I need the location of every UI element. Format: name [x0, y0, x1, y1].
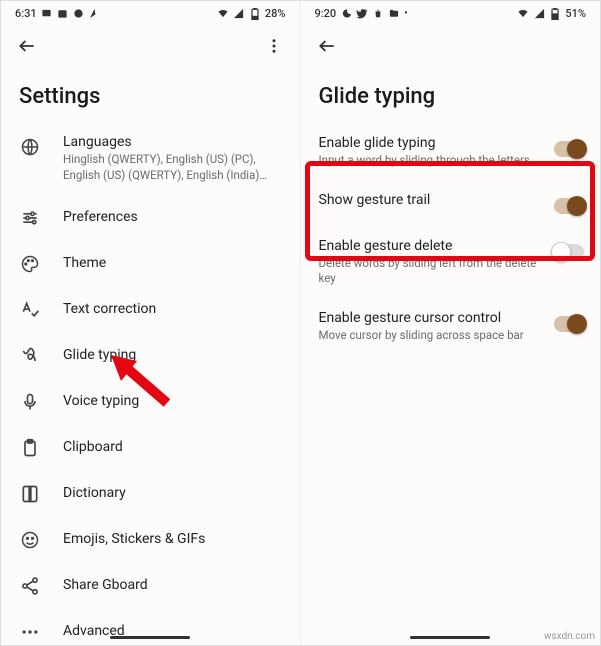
row-theme[interactable]: Theme — [1, 240, 300, 286]
signal-icon — [233, 8, 245, 20]
setting-sub: Delete words by sliding left from the de… — [319, 256, 543, 286]
folder-icon — [388, 8, 400, 20]
dot-icon: • — [404, 8, 408, 19]
book-icon — [19, 483, 41, 505]
row-label: Theme — [63, 255, 282, 271]
page-title: Settings — [1, 66, 300, 123]
globe-icon — [19, 136, 41, 158]
setting-label: Enable gesture cursor control — [319, 310, 543, 326]
toggle-gesture-trail[interactable] — [554, 198, 584, 214]
status-battery: 51% — [565, 7, 586, 20]
row-label: Glide typing — [63, 347, 282, 363]
nav-pill[interactable] — [410, 636, 490, 639]
row-glide-typing[interactable]: Glide typing — [1, 332, 300, 378]
row-label: Languages — [63, 134, 282, 150]
clipboard-icon — [19, 437, 41, 459]
row-advanced[interactable]: Advanced — [1, 608, 300, 645]
row-preferences[interactable]: Preferences — [1, 194, 300, 240]
signal-icon — [533, 8, 545, 20]
row-label: Share Gboard — [63, 577, 282, 593]
palette-icon — [19, 253, 41, 275]
battery-icon — [249, 8, 261, 20]
more-button[interactable] — [262, 34, 286, 58]
share-icon — [19, 575, 41, 597]
setting-label: Show gesture trail — [319, 192, 543, 208]
app-bar — [1, 24, 300, 66]
toggle-cursor-control[interactable] — [554, 316, 584, 332]
status-battery: 28% — [265, 7, 286, 20]
setting-sub: Input a word by sliding through the lett… — [319, 153, 543, 168]
back-button[interactable] — [15, 34, 39, 58]
status-time: 6:31 — [15, 7, 37, 20]
row-label: Dictionary — [63, 485, 282, 501]
row-label: Preferences — [63, 209, 282, 225]
row-dictionary[interactable]: Dictionary — [1, 470, 300, 516]
row-text-correction[interactable]: Text correction — [1, 286, 300, 332]
app-icon — [73, 8, 85, 20]
battery-icon — [549, 8, 561, 20]
row-label: Voice typing — [63, 393, 282, 409]
nav-pill[interactable] — [110, 636, 190, 639]
status-bar: 9:20 • 51% — [301, 1, 601, 24]
setting-cursor-control[interactable]: Enable gesture cursor control Move curso… — [301, 298, 601, 355]
gesture-icon — [19, 345, 41, 367]
row-share[interactable]: Share Gboard — [1, 562, 300, 608]
trash-icon — [372, 8, 384, 20]
tune-icon — [19, 207, 41, 229]
more-horiz-icon — [19, 621, 41, 643]
row-emojis[interactable]: Emojis, Stickers & GIFs — [1, 516, 300, 562]
app-bar — [301, 24, 601, 66]
row-label: Text correction — [63, 301, 282, 317]
back-button[interactable] — [315, 34, 339, 58]
moon-icon — [340, 8, 352, 20]
settings-list: Languages Hinglish (QWERTY), English (US… — [1, 123, 300, 645]
toggle-enable-glide[interactable] — [554, 141, 584, 157]
row-clipboard[interactable]: Clipboard — [1, 424, 300, 470]
row-languages[interactable]: Languages Hinglish (QWERTY), English (US… — [1, 123, 300, 194]
calendar-icon — [57, 8, 69, 20]
more-vert-icon — [265, 37, 283, 55]
screen-settings: 6:31 28% Settings — [1, 1, 301, 645]
setting-label: Enable glide typing — [319, 135, 543, 151]
message-icon — [41, 8, 53, 20]
setting-enable-glide[interactable]: Enable glide typing Input a word by slid… — [301, 123, 601, 180]
spellcheck-icon — [19, 299, 41, 321]
wifi-icon — [217, 8, 229, 20]
location-icon — [89, 8, 101, 20]
screen-glide-typing: 9:20 • 51% Glide typing — [301, 1, 601, 645]
status-bar: 6:31 28% — [1, 1, 300, 24]
page-title: Glide typing — [301, 66, 601, 123]
glide-settings-list: Enable glide typing Input a word by slid… — [301, 123, 601, 645]
toggle-gesture-delete[interactable] — [554, 244, 584, 260]
status-time: 9:20 — [315, 7, 337, 20]
setting-sub: Move cursor by sliding across space bar — [319, 328, 543, 343]
setting-label: Enable gesture delete — [319, 238, 543, 254]
row-label: Emojis, Stickers & GIFs — [63, 531, 282, 547]
row-label: Clipboard — [63, 439, 282, 455]
wifi-icon — [517, 8, 529, 20]
row-voice-typing[interactable]: Voice typing — [1, 378, 300, 424]
emoji-icon — [19, 529, 41, 551]
arrow-left-icon — [17, 36, 37, 56]
mic-icon — [19, 391, 41, 413]
twitter-icon — [356, 8, 368, 20]
setting-gesture-trail[interactable]: Show gesture trail — [301, 180, 601, 226]
setting-gesture-delete[interactable]: Enable gesture delete Delete words by sl… — [301, 226, 601, 298]
watermark: wsxdn.com — [544, 631, 595, 642]
row-sub: Hinglish (QWERTY), English (US) (PC), En… — [63, 152, 282, 183]
arrow-left-icon — [317, 36, 337, 56]
